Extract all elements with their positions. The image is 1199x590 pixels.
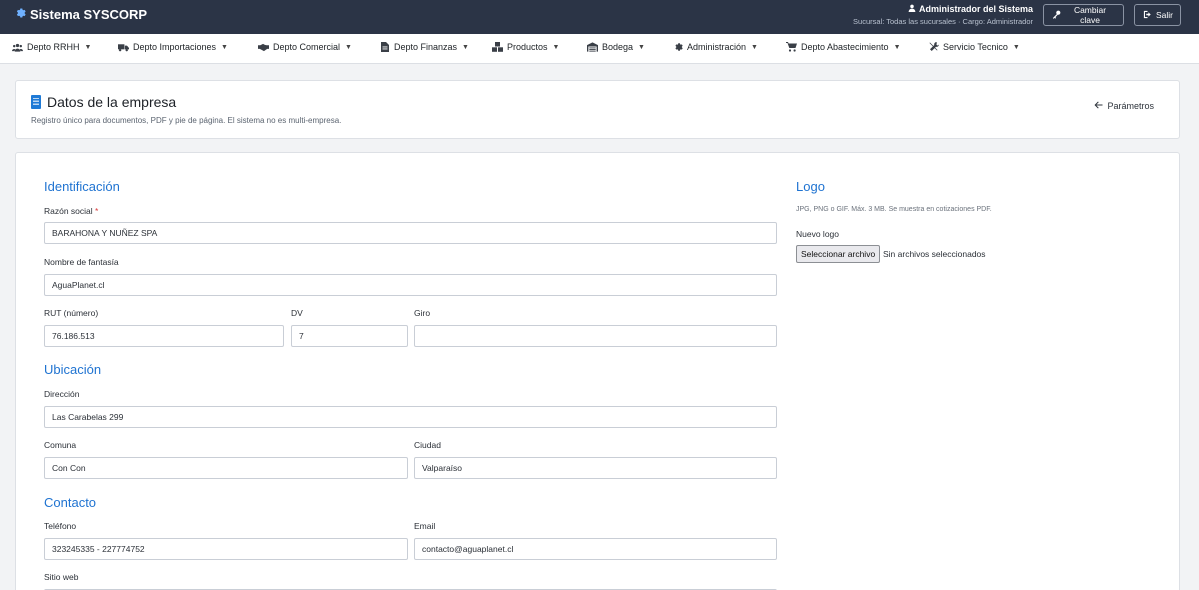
user-info: Administrador del Sistema Sucursal: Toda… — [853, 4, 1033, 26]
nav-bodega[interactable]: Bodega ▼ — [587, 42, 645, 52]
document-icon — [379, 42, 390, 52]
truck-icon — [118, 42, 129, 52]
nav-depto-importaciones[interactable]: Depto Importaciones ▼ — [118, 42, 228, 52]
section-identificacion-title: Identificación — [44, 179, 120, 194]
change-password-button[interactable]: Cambiar clave — [1043, 4, 1124, 26]
sitio-web-label: Sitio web — [44, 572, 79, 582]
telefono-label: Teléfono — [44, 521, 77, 531]
nav-administracion[interactable]: Administración ▼ — [672, 42, 758, 52]
user-branch-role: Sucursal: Todas las sucursales · Cargo: … — [853, 17, 1033, 26]
company-form-card: Identificación Razón social * BARAHONA Y… — [15, 152, 1180, 590]
section-ubicacion-title: Ubicación — [44, 362, 102, 377]
comuna-label: Comuna — [44, 440, 77, 450]
back-to-parametros-link[interactable]: Parámetros — [1094, 101, 1154, 111]
users-icon — [12, 42, 23, 52]
telefono-input[interactable]: 323245335 - 227774752 — [44, 538, 408, 560]
handshake-icon — [258, 42, 269, 52]
chevron-down-icon: ▼ — [552, 43, 560, 51]
nav-productos[interactable]: Productos ▼ — [492, 42, 559, 52]
chevron-down-icon: ▼ — [751, 43, 758, 51]
nav-servicio-tecnico[interactable]: Servicio Tecnico ▼ — [928, 42, 1020, 52]
user-icon — [908, 4, 916, 14]
brand-title: Sistema SYSCORP — [30, 6, 148, 22]
required-mark: * — [95, 206, 99, 216]
chevron-down-icon: ▼ — [893, 43, 901, 51]
email-label: Email — [414, 521, 436, 531]
arrow-left-icon — [1094, 101, 1103, 111]
chevron-down-icon: ▼ — [221, 43, 228, 51]
chevron-down-icon: ▼ — [638, 43, 645, 51]
razon-social-input[interactable]: BARAHONA Y NUÑEZ SPA — [44, 222, 777, 244]
section-contacto-title: Contacto — [44, 495, 97, 510]
chevron-down-icon: ▼ — [462, 43, 469, 51]
nav-depto-abastecimiento[interactable]: Depto Abastecimiento ▼ — [786, 42, 901, 52]
razon-social-label: Razón social * — [44, 206, 99, 216]
building-icon — [31, 95, 41, 109]
logout-button[interactable]: Salir — [1134, 4, 1181, 26]
rut-label: RUT (número) — [44, 308, 99, 318]
nombre-fantasia-input[interactable]: AguaPlanet.cl — [44, 274, 777, 296]
dv-input[interactable]: 7 — [291, 325, 408, 347]
section-logo-title: Logo — [796, 179, 825, 194]
nuevo-logo-label: Nuevo logo — [796, 229, 840, 239]
logout-label: Salir — [1156, 10, 1174, 20]
chevron-down-icon: ▼ — [1012, 43, 1020, 51]
cart-icon — [786, 42, 797, 52]
select-file-button[interactable]: Seleccionar archivo — [796, 245, 881, 263]
tools-icon — [928, 42, 939, 52]
chevron-down-icon: ▼ — [84, 43, 92, 51]
nav-depto-finanzas[interactable]: Depto Finanzas ▼ — [379, 42, 469, 52]
dv-label: DV — [291, 308, 303, 318]
gear-icon — [672, 42, 683, 52]
page-subtitle: Registro único para documentos, PDF y pi… — [31, 116, 342, 125]
chevron-down-icon: ▼ — [345, 43, 352, 51]
giro-input[interactable] — [414, 325, 777, 347]
main-nav: Depto RRHH ▼ Depto Importaciones ▼ Depto C… — [0, 34, 1199, 64]
brand[interactable]: Sistema SYSCORP — [14, 6, 147, 22]
logout-icon — [1143, 10, 1152, 21]
logo-hint: JPG, PNG o GIF. Máx. 3 MB. Se muestra en… — [796, 206, 992, 213]
warehouse-icon — [587, 42, 598, 52]
file-status: Sin archivos seleccionados — [883, 249, 986, 259]
direccion-input[interactable]: Las Carabelas 299 — [44, 406, 777, 428]
key-icon — [1052, 10, 1061, 21]
rut-input[interactable]: 76.186.513 — [44, 325, 284, 347]
nombre-fantasia-label: Nombre de fantasía — [44, 257, 119, 267]
change-password-label: Cambiar clave — [1073, 5, 1107, 25]
comuna-input[interactable]: Con Con — [44, 457, 408, 479]
top-bar: Sistema SYSCORP Administrador del Sistem… — [0, 0, 1199, 34]
page-title: Datos de la empresa — [31, 94, 176, 110]
nav-depto-comercial[interactable]: Depto Comercial ▼ — [258, 42, 352, 52]
giro-label: Giro — [414, 308, 431, 318]
page-header-card: Datos de la empresa Registro único para … — [15, 80, 1180, 139]
user-name: Administrador del Sistema — [918, 4, 1033, 14]
nav-depto-rrhh[interactable]: Depto RRHH ▼ — [12, 42, 91, 52]
email-input[interactable]: contacto@aguaplanet.cl — [414, 538, 777, 560]
direccion-label: Dirección — [44, 389, 80, 399]
gear-icon — [14, 6, 26, 22]
ciudad-label: Ciudad — [414, 440, 441, 450]
boxes-icon — [492, 42, 503, 52]
ciudad-input[interactable]: Valparaíso — [414, 457, 777, 479]
